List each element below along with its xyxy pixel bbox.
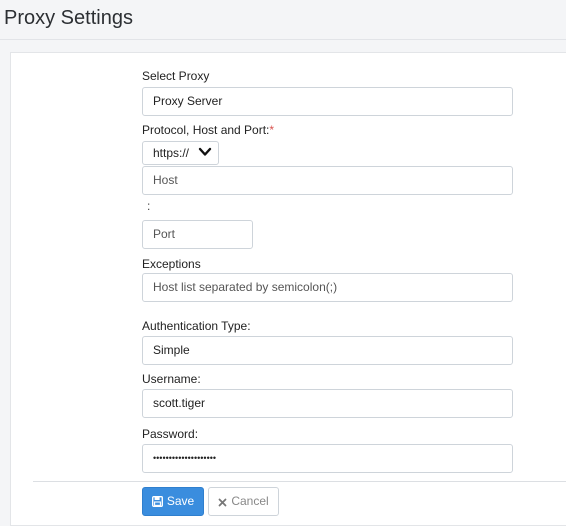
save-icon	[151, 496, 163, 507]
save-button[interactable]: Save	[142, 487, 204, 516]
required-mark: *	[269, 123, 275, 137]
select-proxy-input[interactable]: Proxy Server	[142, 87, 513, 116]
protocol-select[interactable]: https://	[142, 141, 219, 165]
page-title: Proxy Settings	[4, 7, 133, 29]
cancel-button[interactable]: Cancel	[208, 487, 279, 516]
chevron-down-icon	[198, 147, 212, 156]
protocol-select-value: https://	[153, 146, 190, 160]
host-input[interactable]: Host	[142, 166, 513, 195]
cancel-button-label: Cancel	[231, 494, 269, 508]
protocol-label-text: Protocol, Host and Port:	[142, 123, 270, 137]
username-input[interactable]: scott.tiger	[142, 389, 513, 418]
save-button-label: Save	[166, 494, 195, 508]
footer-divider	[33, 481, 566, 482]
host-port-separator: :	[147, 199, 151, 213]
close-icon	[218, 498, 227, 507]
username-label: Username:	[142, 372, 201, 386]
exceptions-input[interactable]: Host list separated by semicolon(;)	[142, 273, 513, 302]
auth-type-label: Authentication Type:	[142, 319, 251, 333]
password-label: Password:	[142, 427, 199, 441]
password-input[interactable]: ••••••••••••••••••••	[142, 444, 513, 473]
page-header: Proxy Settings	[0, 0, 566, 40]
exceptions-label: Exceptions	[142, 257, 201, 271]
protocol-label: Protocol, Host and Port:*	[142, 123, 274, 137]
port-input[interactable]: Port	[142, 220, 253, 249]
auth-type-select[interactable]: Simple	[142, 336, 513, 365]
select-proxy-label: Select Proxy	[142, 69, 210, 83]
